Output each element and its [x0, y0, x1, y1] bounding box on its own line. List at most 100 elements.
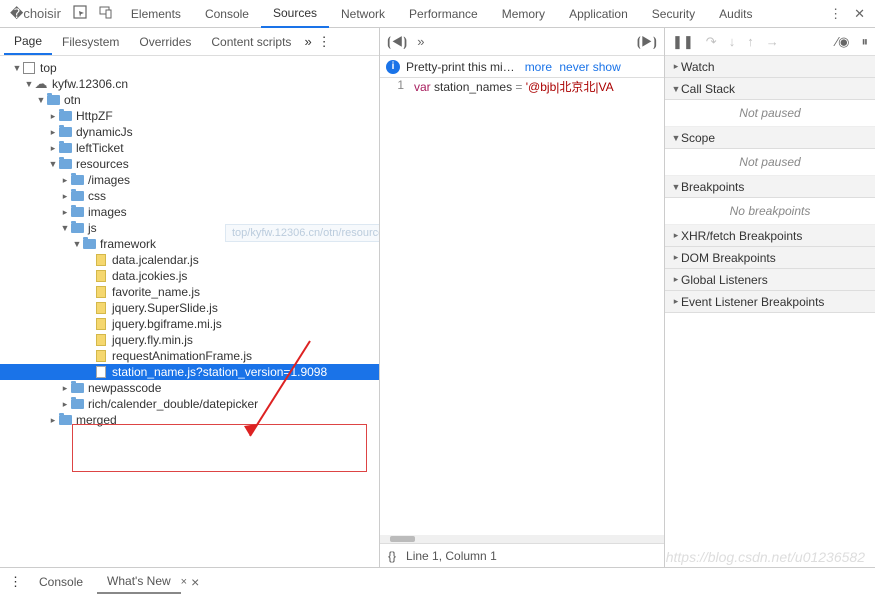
tree-label: jquery.SuperSlide.js [112, 301, 218, 315]
folder-icon [70, 173, 84, 187]
tree-domain[interactable]: ▼☁kyfw.12306.cn [0, 76, 379, 92]
tree-folder[interactable]: ▸images [0, 204, 379, 220]
editor-toolbar: ⦗◀⦘ » ⦗▶⦘ [380, 28, 664, 56]
tab-console[interactable]: Console [193, 1, 261, 27]
tree-label: otn [64, 93, 81, 107]
tree-folder[interactable]: ▸css [0, 188, 379, 204]
cloud-icon: ☁ [34, 77, 48, 91]
tree-folder[interactable]: ▸leftTicket [0, 140, 379, 156]
braces-icon[interactable]: {} [388, 549, 396, 563]
tree-label: data.jcalendar.js [112, 253, 199, 267]
breakpoints-section[interactable]: ▼Breakpoints [665, 176, 875, 198]
event-breakpoints-section[interactable]: ▸Event Listener Breakpoints [665, 291, 875, 313]
scope-body: Not paused [665, 149, 875, 176]
code-line[interactable]: var station_names = '@bjb|北京北|VA [410, 78, 614, 535]
chevron-right-icon[interactable]: » [414, 32, 427, 51]
folder-icon [58, 413, 72, 427]
tab-elements[interactable]: Elements [119, 1, 193, 27]
tree-folder[interactable]: ▼framework [0, 236, 379, 252]
tab-page[interactable]: Page [4, 29, 52, 55]
tree-folder[interactable]: ▸newpasscode [0, 380, 379, 396]
device-toggle-icon[interactable] [93, 1, 119, 26]
kebab-icon[interactable]: ⋮ [315, 32, 334, 52]
step-out-icon[interactable]: ↑ [744, 32, 757, 51]
folder-icon [70, 189, 84, 203]
drawer-tab-console[interactable]: Console [29, 571, 93, 593]
drawer-tab-whatsnew[interactable]: What's New [97, 570, 181, 594]
tree-folder[interactable]: ▸dynamicJs [0, 124, 379, 140]
close-icon[interactable]: ✕ [848, 2, 871, 26]
tab-overrides[interactable]: Overrides [129, 30, 201, 54]
string-literal: '@bjb|北京北|VA [526, 80, 614, 94]
identifier: station_names [434, 80, 512, 94]
pause-icon[interactable]: ❚❚ [669, 32, 697, 52]
close-icon[interactable]: × [181, 576, 187, 588]
file-icon [94, 317, 108, 331]
inspect-element-icon[interactable] [67, 1, 93, 26]
drawer-close-icon[interactable]: × [191, 574, 199, 590]
scope-section[interactable]: ▼Scope [665, 127, 875, 149]
folder-icon [46, 93, 60, 107]
folder-icon [70, 205, 84, 219]
section-label: Global Listeners [681, 273, 768, 287]
more-link[interactable]: more [525, 60, 552, 74]
global-listeners-section[interactable]: ▸Global Listeners [665, 269, 875, 291]
tree-file[interactable]: data.jcalendar.js [0, 252, 379, 268]
tab-memory[interactable]: Memory [490, 1, 557, 27]
tree-label: favorite_name.js [112, 285, 200, 299]
tree-folder[interactable]: ▼js [0, 220, 379, 236]
tree-file[interactable]: favorite_name.js [0, 284, 379, 300]
callstack-section[interactable]: ▼Call Stack [665, 78, 875, 100]
tree-top[interactable]: ▼top [0, 60, 379, 76]
tree-folder[interactable]: ▸merged [0, 412, 379, 428]
folder-icon [70, 397, 84, 411]
nav-forward-icon[interactable]: ⦗▶⦘ [634, 32, 660, 52]
tree-folder[interactable]: ▼otn [0, 92, 379, 108]
horizontal-scrollbar[interactable] [380, 535, 664, 543]
watch-section[interactable]: ▸Watch [665, 56, 875, 78]
file-icon [94, 349, 108, 363]
never-show-link[interactable]: never show [559, 60, 620, 74]
tab-filesystem[interactable]: Filesystem [52, 30, 129, 54]
tree-file-selected[interactable]: station_name.js?station_version=1.9098 [0, 364, 379, 380]
tree-file[interactable]: jquery.bgiframe.mi.js [0, 316, 379, 332]
tree-file[interactable]: jquery.SuperSlide.js [0, 300, 379, 316]
tab-performance[interactable]: Performance [397, 1, 490, 27]
navigator-tabs: Page Filesystem Overrides Content script… [0, 28, 379, 56]
kebab-icon[interactable]: ⋮ [823, 2, 848, 26]
tab-sources[interactable]: Sources [261, 0, 329, 28]
tree-label: newpasscode [88, 381, 161, 395]
tree-folder[interactable]: ▼resources [0, 156, 379, 172]
file-tree[interactable]: ▼top ▼☁kyfw.12306.cn ▼otn ▸HttpZF ▸dynam… [0, 56, 379, 567]
tab-content-scripts[interactable]: Content scripts [201, 30, 301, 54]
tree-file[interactable]: requestAnimationFrame.js [0, 348, 379, 364]
tree-label: leftTicket [76, 141, 124, 155]
tree-file[interactable]: jquery.fly.min.js [0, 332, 379, 348]
tab-network[interactable]: Network [329, 1, 397, 27]
tree-file[interactable]: data.jcokies.js [0, 268, 379, 284]
kebab-icon[interactable]: ⋮ [6, 572, 25, 592]
tree-folder[interactable]: ▸rich/calender_double/datepicker [0, 396, 379, 412]
dom-breakpoints-section[interactable]: ▸DOM Breakpoints [665, 247, 875, 269]
tree-folder[interactable]: ▸HttpZF [0, 108, 379, 124]
tree-folder[interactable]: ▸/images [0, 172, 379, 188]
file-icon [94, 285, 108, 299]
code-editor[interactable]: 1 var station_names = '@bjb|北京北|VA [380, 78, 664, 535]
pause-exceptions-icon[interactable]: ⏸ [859, 32, 872, 52]
inspect-icon[interactable]: �choisir [4, 2, 67, 26]
tab-audits[interactable]: Audits [707, 1, 764, 27]
chevron-right-icon[interactable]: » [301, 32, 314, 51]
deactivate-breakpoints-icon[interactable]: ⁄◉ [833, 32, 853, 52]
step-icon[interactable]: → [763, 32, 782, 51]
annotation-box [72, 424, 367, 472]
file-icon [94, 365, 108, 379]
tab-application[interactable]: Application [557, 1, 640, 27]
step-over-icon[interactable]: ↷ [703, 32, 720, 52]
xhr-breakpoints-section[interactable]: ▸XHR/fetch Breakpoints [665, 225, 875, 247]
tab-security[interactable]: Security [640, 1, 707, 27]
section-label: Scope [681, 131, 715, 145]
nav-back-icon[interactable]: ⦗◀⦘ [384, 32, 410, 52]
pretty-print-bar: i Pretty-print this mi… more never show [380, 56, 664, 78]
file-icon [94, 269, 108, 283]
step-into-icon[interactable]: ↓ [726, 32, 739, 51]
